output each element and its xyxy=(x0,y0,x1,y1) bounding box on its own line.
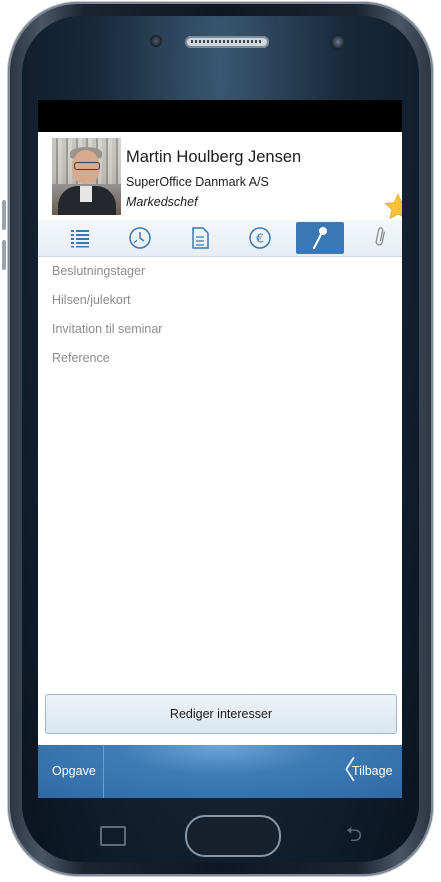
edit-interests-button[interactable]: Rediger interesser xyxy=(45,694,397,734)
tab-bar: € xyxy=(38,220,402,257)
star-icon[interactable] xyxy=(383,192,402,222)
document-icon xyxy=(192,227,209,249)
euro-icon: € xyxy=(249,227,271,249)
contact-header: Martin Houlberg Jensen SuperOffice Danma… xyxy=(38,132,402,220)
contact-title: Markedschef xyxy=(126,195,198,209)
task-button[interactable]: Opgave xyxy=(38,745,104,798)
home-button[interactable] xyxy=(185,815,281,857)
clock-icon xyxy=(129,227,151,249)
app-screen: Martin Houlberg Jensen SuperOffice Danma… xyxy=(38,100,402,798)
recent-apps-icon[interactable] xyxy=(100,826,126,846)
tab-attachments[interactable] xyxy=(362,222,398,254)
paperclip-icon xyxy=(375,227,386,246)
pin-icon xyxy=(313,227,327,249)
contact-name: Martin Houlberg Jensen xyxy=(126,148,302,166)
volume-down-button xyxy=(2,240,6,270)
tab-sales[interactable]: € xyxy=(242,222,278,254)
list-item[interactable]: Beslutningstager xyxy=(38,257,402,286)
front-camera xyxy=(330,34,346,50)
interest-list: Beslutningstager Hilsen/julekort Invitat… xyxy=(38,257,402,373)
tab-details[interactable] xyxy=(62,222,98,254)
list-item[interactable]: Reference xyxy=(38,344,402,373)
list-icon xyxy=(71,230,89,248)
tab-documents[interactable] xyxy=(182,222,218,254)
back-key-icon[interactable]: ⮌ xyxy=(342,824,366,844)
svg-text:€: € xyxy=(256,232,264,246)
avatar xyxy=(52,138,121,215)
status-bar xyxy=(38,100,402,132)
back-button[interactable]: 〈 Tilbage xyxy=(322,745,402,798)
list-item[interactable]: Invitation til seminar xyxy=(38,315,402,344)
list-item[interactable]: Hilsen/julekort xyxy=(38,286,402,315)
contact-company[interactable]: SuperOffice Danmark A/S xyxy=(126,175,269,189)
proximity-sensor xyxy=(150,35,162,47)
volume-up-button xyxy=(2,200,6,230)
tab-interests[interactable] xyxy=(296,222,344,254)
back-label: Tilbage xyxy=(352,764,393,778)
earpiece-speaker xyxy=(185,36,269,48)
tab-activities[interactable] xyxy=(122,222,158,254)
bottom-bar: Opgave 〈 Tilbage xyxy=(38,745,402,798)
